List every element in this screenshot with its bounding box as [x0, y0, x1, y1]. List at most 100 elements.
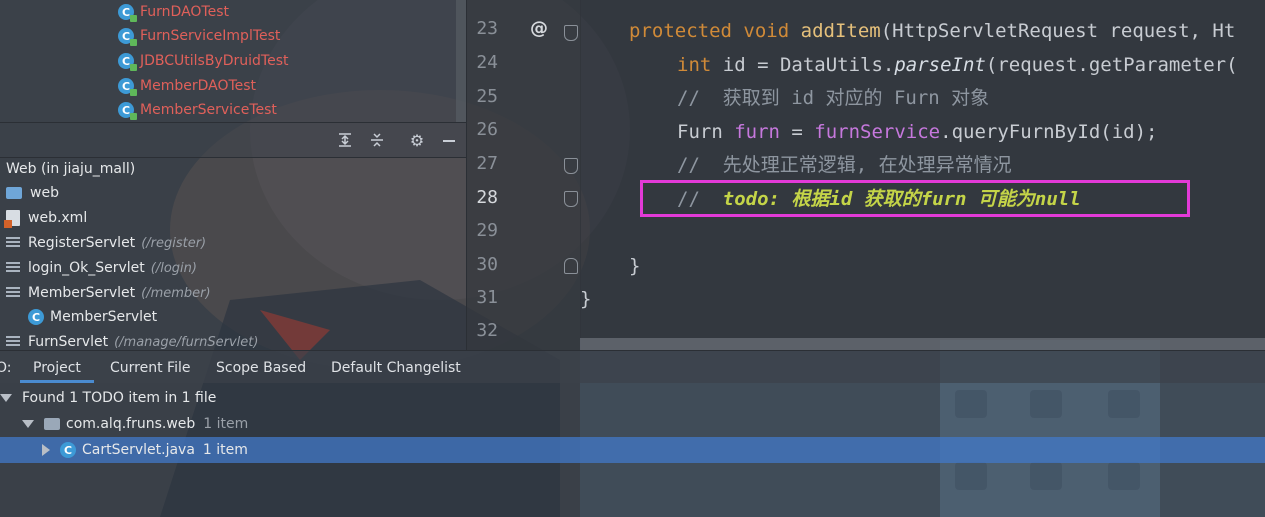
- local-variable: furn: [734, 121, 780, 143]
- project-tree-web: Web (in jiaju_mall) web web.xml Register…: [0, 157, 466, 350]
- line-number: 23: [476, 18, 498, 39]
- servlet-mapping-hint: (/member): [141, 285, 211, 301]
- tab-current-file[interactable]: Current File: [110, 351, 190, 383]
- fold-marker-icon[interactable]: [564, 25, 578, 41]
- package-icon: [44, 418, 60, 430]
- todo-summary-row[interactable]: Found 1 TODO item in 1 file: [0, 385, 216, 411]
- collapse-all-icon[interactable]: [366, 129, 388, 151]
- servlet-icon: [6, 262, 20, 274]
- tree-item-label: MemberServiceTest: [140, 102, 277, 118]
- todo-file-row[interactable]: C CartServlet.java 1 item: [42, 437, 248, 463]
- tree-item-label: MemberDAOTest: [140, 78, 257, 94]
- fold-marker-icon[interactable]: [564, 258, 578, 274]
- item-count: 1 item: [202, 442, 248, 458]
- project-tree-tests: C FurnDAOTest C FurnServiceImplTest C JD…: [0, 0, 466, 122]
- code-line-25-comment: // 获取到 id 对应的 Furn 对象: [677, 87, 990, 109]
- code-text: id = DataUtils.: [711, 54, 895, 76]
- tree-item-test-class[interactable]: C MemberDAOTest: [118, 74, 256, 98]
- servlet-mapping-hint: (/login): [150, 260, 197, 276]
- code-text: (request.getParameter(: [985, 54, 1238, 76]
- tab-project[interactable]: Project: [20, 351, 94, 383]
- servlet-icon: [6, 287, 20, 299]
- code-line-26: Furn furn = furnService.queryFurnById(id…: [677, 115, 1157, 149]
- tree-scrollbar[interactable]: [456, 0, 466, 122]
- test-class-icon: C: [118, 28, 137, 46]
- keyword: int: [677, 54, 712, 76]
- line-number: 27: [476, 153, 498, 174]
- test-class-icon: C: [118, 4, 137, 22]
- tab-default-changelist[interactable]: Default Changelist: [331, 351, 461, 383]
- override-method-icon[interactable]: @: [530, 18, 548, 39]
- static-method: parseInt: [894, 54, 986, 76]
- tree-item-label: web.xml: [28, 210, 88, 226]
- line-number: 30: [476, 254, 498, 275]
- gear-icon[interactable]: ⚙: [406, 129, 428, 151]
- package-label: com.alq.fruns.web: [66, 416, 196, 432]
- tree-module-web[interactable]: Web (in jiaju_mall): [6, 157, 135, 181]
- expand-all-icon[interactable]: [334, 129, 356, 151]
- expand-arrow-icon[interactable]: [0, 394, 12, 402]
- test-class-icon: C: [118, 102, 137, 120]
- servlet-icon: [6, 336, 20, 348]
- tree-item-test-class[interactable]: C JDBCUtilsByDruidTest: [118, 49, 289, 73]
- todo-summary: Found 1 TODO item in 1 file: [22, 390, 217, 406]
- tree-item-label: FurnDAOTest: [140, 4, 229, 20]
- servlet-mapping-hint: (/register): [141, 235, 207, 251]
- expand-arrow-icon[interactable]: [22, 420, 34, 428]
- class-icon: C: [60, 442, 76, 458]
- todo-panel-label: O:: [0, 360, 12, 376]
- code-text: (HttpServletRequest request, Ht: [880, 20, 1236, 42]
- tab-scope-based[interactable]: Scope Based: [216, 351, 306, 383]
- method-name: addItem: [800, 20, 881, 42]
- tree-item-label: login_Ok_Servlet: [28, 260, 145, 276]
- line-number: 26: [476, 119, 498, 140]
- code-line-31: }: [580, 288, 592, 310]
- todo-package-row[interactable]: com.alq.fruns.web 1 item: [22, 411, 248, 437]
- editor-horizontal-scrollbar[interactable]: [580, 338, 1265, 350]
- xml-file-icon: [4, 210, 20, 228]
- collapsed-arrow-icon[interactable]: [42, 444, 50, 456]
- fold-marker-icon[interactable]: [564, 158, 578, 174]
- line-number: 24: [476, 52, 498, 73]
- tree-item-label: RegisterServlet: [28, 235, 136, 251]
- test-class-icon: C: [118, 78, 137, 96]
- code-text: Furn: [677, 121, 735, 143]
- tool-window-toolbar: ⚙: [0, 122, 466, 158]
- code-line-24: int id = DataUtils.parseInt(request.getP…: [677, 48, 1238, 82]
- tree-item-web-xml[interactable]: web.xml: [4, 206, 88, 230]
- tree-item-label: JDBCUtilsByDruidTest: [140, 53, 289, 69]
- todo-tree: Found 1 TODO item in 1 file com.alq.frun…: [0, 382, 1265, 517]
- servlet-mapping-hint: (/manage/furnServlet): [114, 334, 259, 350]
- fold-marker-icon[interactable]: [564, 191, 578, 207]
- tree-item-test-class[interactable]: C FurnServiceImplTest: [118, 24, 280, 48]
- tree-item-label: web: [30, 185, 59, 201]
- minimize-icon[interactable]: [438, 129, 460, 151]
- code-editor[interactable]: protected void addItem(HttpServletReques…: [580, 0, 1265, 350]
- line-number: 29: [476, 220, 498, 241]
- file-label: CartServlet.java: [82, 442, 195, 458]
- servlet-icon: [6, 237, 20, 249]
- tree-item-label: MemberServlet: [50, 309, 158, 325]
- tree-item-test-class[interactable]: C FurnDAOTest: [118, 0, 229, 24]
- tree-item-label: FurnServlet: [28, 334, 109, 350]
- code-text: .queryFurnById(id);: [940, 121, 1158, 143]
- line-number: 25: [476, 86, 498, 107]
- tree-item-test-class[interactable]: C MemberServiceTest: [118, 98, 277, 122]
- todo-tab-bar: O: Project Current File Scope Based Defa…: [0, 350, 1265, 383]
- code-text: =: [779, 121, 815, 143]
- line-number-active: 28: [476, 187, 498, 208]
- class-icon: C: [28, 309, 44, 325]
- tree-item-web-folder[interactable]: web: [6, 181, 59, 205]
- line-number: 31: [476, 287, 498, 308]
- module-label: Web (in jiaju_mall): [6, 161, 136, 177]
- keyword: protected: [629, 20, 732, 42]
- tree-item-servlet[interactable]: RegisterServlet (/register): [6, 231, 206, 255]
- tree-item-servlet[interactable]: MemberServlet (/member): [6, 281, 211, 305]
- tree-item-servlet[interactable]: login_Ok_Servlet (/login): [6, 256, 197, 280]
- line-number: 32: [476, 320, 498, 341]
- code-line-30: }: [629, 255, 641, 277]
- todo-highlight-box: [640, 180, 1190, 217]
- field-reference: furnService: [814, 121, 941, 143]
- item-count: 1 item: [203, 416, 249, 432]
- tree-item-class[interactable]: C MemberServlet: [28, 305, 157, 329]
